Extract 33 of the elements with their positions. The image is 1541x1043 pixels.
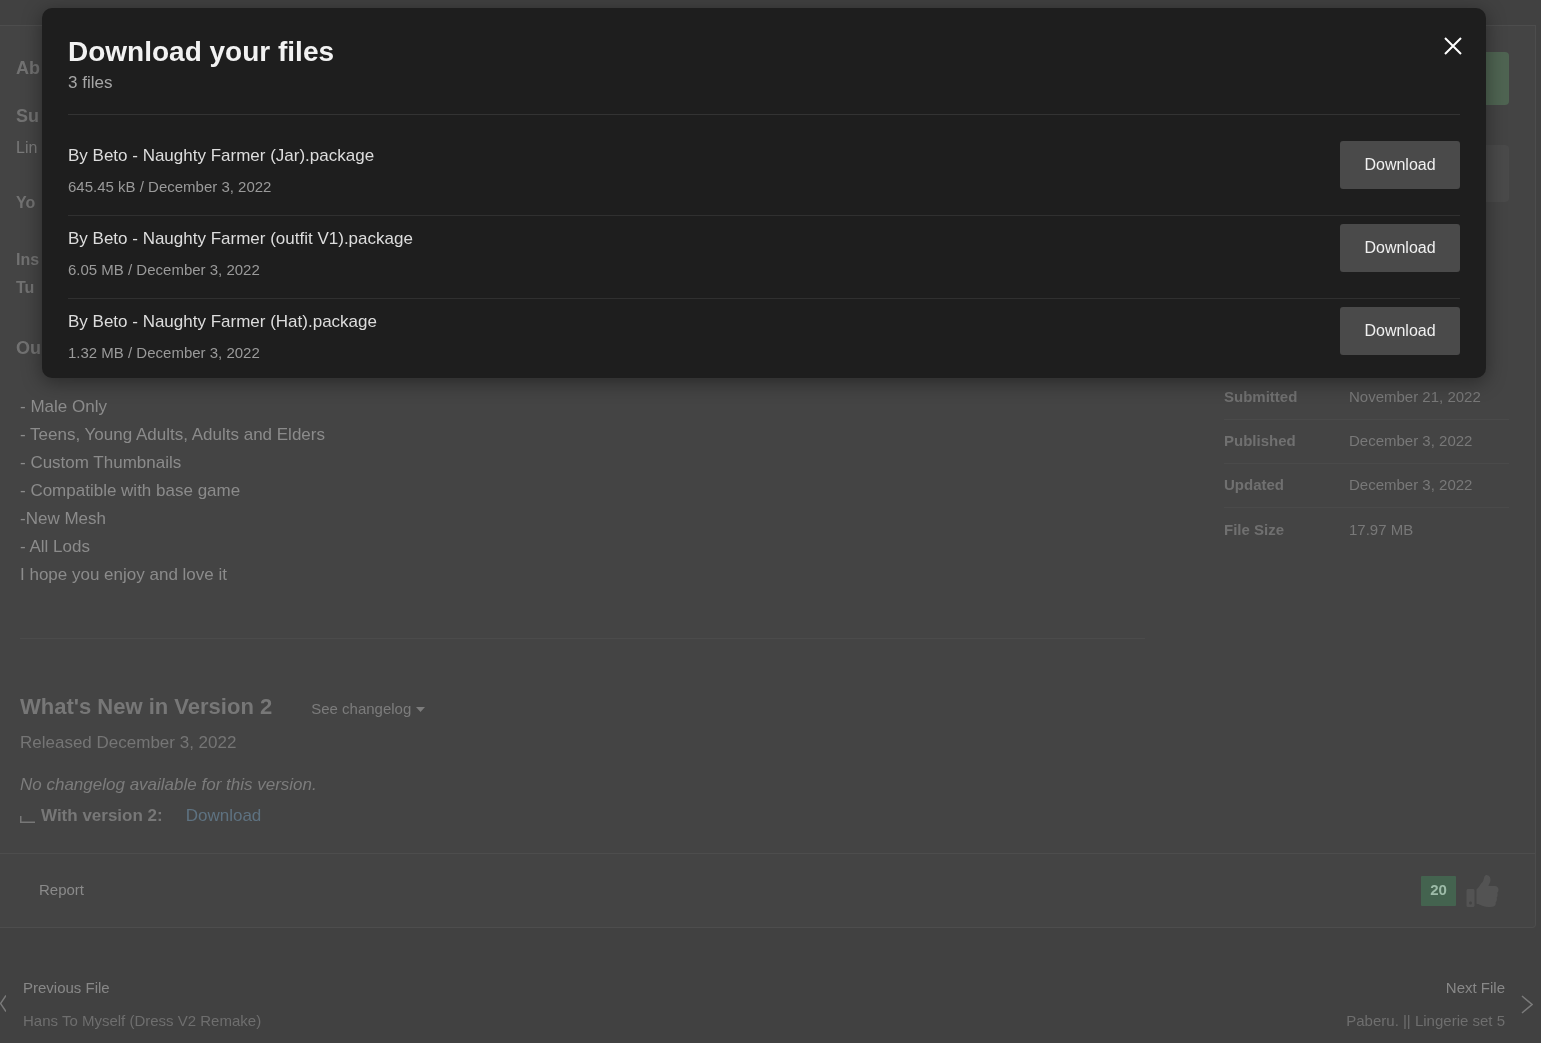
partial-button[interactable] [1486, 145, 1509, 202]
feature-line: I hope you enjoy and love it [20, 564, 227, 586]
download-button[interactable]: Download [1340, 224, 1460, 272]
file-meta: 645.45 kB / December 3, 2022 [68, 177, 272, 197]
file-name: By Beto - Naughty Farmer (Hat).package [68, 311, 377, 333]
report-link[interactable]: Report [39, 879, 85, 902]
dialog-title: Download your files [68, 35, 335, 69]
dialog-subtitle: 3 files [68, 72, 113, 94]
download-button[interactable]: Download [1340, 307, 1460, 355]
close-icon [1444, 37, 1462, 55]
file-name: By Beto - Naughty Farmer (outfit V1).package [68, 228, 413, 250]
feature-line: - All Lods [20, 536, 90, 558]
download-button[interactable]: Download [1340, 141, 1460, 189]
file-name: By Beto - Naughty Farmer (Jar).package [68, 145, 375, 167]
changelog-note: No changelog available for this version. [20, 774, 317, 796]
feature-line: - Teens, Young Adults, Adults and Elders [20, 424, 325, 446]
file-meta: 6.05 MB / December 3, 2022 [68, 260, 260, 280]
corner-line-icon [20, 815, 35, 823]
pagination-label: Previous File [23, 978, 110, 998]
file-meta: 1.32 MB / December 3, 2022 [68, 343, 260, 363]
like-count: 20 [1421, 875, 1456, 906]
feature-line: - Custom Thumbnails [20, 452, 182, 474]
feature-line: - Male Only [20, 396, 107, 418]
pagination-label: Next File [1445, 978, 1505, 998]
close-button[interactable] [1443, 36, 1463, 56]
feature-line: - Compatible with base game [20, 480, 241, 502]
chevron-right-icon[interactable] [1521, 995, 1533, 1014]
chevron-left-icon[interactable] [0, 995, 6, 1012]
changelog-toggle[interactable]: See changelog [311, 699, 426, 719]
caret-icon [416, 706, 426, 712]
partial-button[interactable] [1486, 52, 1509, 105]
feature-line: -New Mesh [20, 508, 106, 530]
download-link[interactable]: Download [185, 805, 262, 827]
